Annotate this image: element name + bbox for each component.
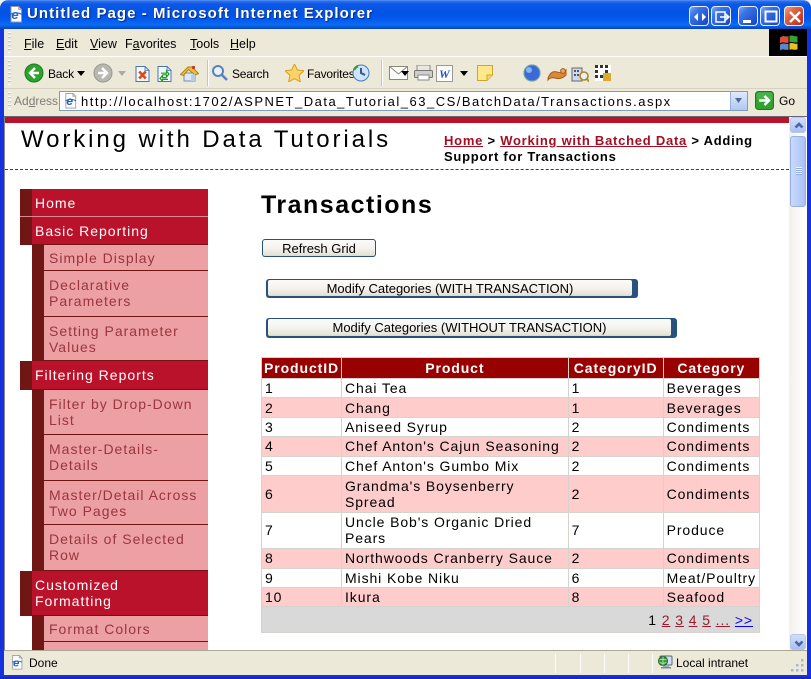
svg-text:e: e [66, 94, 73, 108]
svg-text:W: W [439, 67, 451, 81]
svg-text:e: e [13, 657, 20, 669]
svg-text:e: e [11, 7, 18, 22]
